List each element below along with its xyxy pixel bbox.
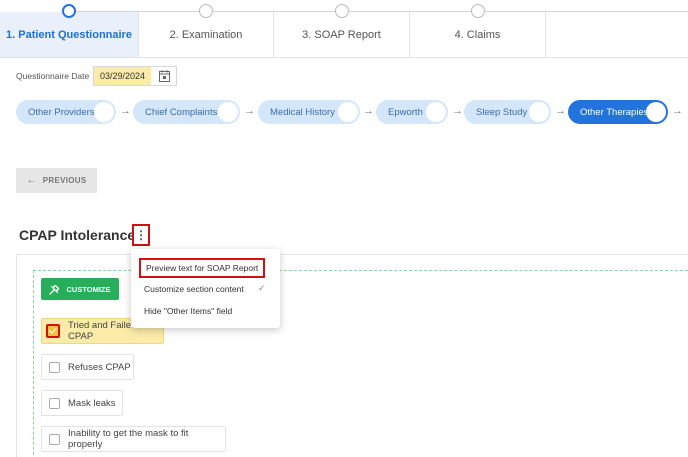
tab-patient-questionnaire[interactable]: 1. Patient Questionnaire xyxy=(0,12,139,58)
questionnaire-date-field[interactable]: 03/29/2024 xyxy=(93,66,177,86)
step-progress: 1. Patient Questionnaire 2. Examination … xyxy=(0,0,688,58)
option-mask-leaks[interactable]: Mask leaks xyxy=(41,390,123,416)
arrow-right-icon: → xyxy=(672,105,683,117)
questionnaire-date-value[interactable]: 03/29/2024 xyxy=(94,67,151,85)
option-refuses-cpap[interactable]: Refuses CPAP xyxy=(41,354,134,380)
checkbox-checked[interactable] xyxy=(46,324,60,338)
tab-label: 3. SOAP Report xyxy=(302,28,381,41)
section-pill-epworth[interactable]: Epworth xyxy=(376,100,448,124)
tab-claims[interactable]: 4. Claims xyxy=(410,12,546,58)
customize-button[interactable]: CUSTOMIZE xyxy=(41,278,119,300)
section-pill-sleep-study[interactable]: Sleep Study xyxy=(464,100,551,124)
pill-toggle-knob xyxy=(218,102,238,122)
arrow-right-icon: → xyxy=(363,105,374,117)
section-pill-other-providers[interactable]: Other Providers xyxy=(16,100,116,124)
calendar-icon[interactable] xyxy=(159,70,170,82)
menu-item-customize-content[interactable]: Customize section content xyxy=(144,284,244,294)
pill-label: Medical History xyxy=(270,106,335,118)
arrow-right-icon: → xyxy=(120,105,131,117)
previous-button-label: PREVIOUS xyxy=(42,176,87,185)
option-label: Mask leaks xyxy=(68,397,116,409)
pill-label: Other Therapies xyxy=(580,106,649,118)
step-indicator-3 xyxy=(335,4,349,18)
arrow-right-icon: → xyxy=(555,105,566,117)
pill-label: Other Providers xyxy=(28,106,95,118)
pill-label: Chief Complaints xyxy=(145,106,218,118)
pill-toggle-knob xyxy=(646,102,666,122)
section-pill-chief-complaints[interactable]: Chief Complaints xyxy=(133,100,240,124)
step-indicator-1 xyxy=(62,4,76,18)
menu-item-preview-soap[interactable]: Preview text for SOAP Report xyxy=(139,258,266,278)
tab-label: 2. Examination xyxy=(169,28,243,41)
step-indicator-2 xyxy=(199,4,213,18)
tab-label: 1. Patient Questionnaire xyxy=(6,28,132,41)
previous-button[interactable]: ← PREVIOUS xyxy=(16,168,97,193)
option-label: Inability to get the mask to fit properl… xyxy=(68,428,189,450)
arrow-left-icon: ← xyxy=(26,175,37,186)
section-title: CPAP Intolerance xyxy=(19,227,136,243)
menu-item-hide-other-items[interactable]: Hide "Other Items" field xyxy=(144,306,232,316)
arrow-right-icon: → xyxy=(244,105,255,117)
section-pill-medical-history[interactable]: Medical History xyxy=(258,100,360,124)
more-options-icon[interactable]: ⋮ xyxy=(132,224,150,246)
pill-toggle-knob xyxy=(426,102,446,122)
tab-examination[interactable]: 2. Examination xyxy=(139,12,274,58)
option-label: Refuses CPAP xyxy=(68,361,131,373)
arrow-right-icon: → xyxy=(452,105,463,117)
step-indicator-4 xyxy=(471,4,485,18)
tab-soap-report[interactable]: 3. SOAP Report xyxy=(274,12,410,58)
pill-label: Epworth xyxy=(388,106,423,118)
pill-toggle-knob xyxy=(529,102,549,122)
tab-label: 4. Claims xyxy=(454,28,501,41)
pill-toggle-knob xyxy=(94,102,114,122)
checkbox[interactable] xyxy=(49,434,60,445)
customize-button-label: CUSTOMIZE xyxy=(66,284,111,294)
check-icon: ✓ xyxy=(258,283,266,293)
questionnaire-date-label: Questionnaire Date xyxy=(16,71,90,81)
option-inability-to-fit-mask[interactable]: Inability to get the mask to fit properl… xyxy=(41,426,226,452)
pill-toggle-knob xyxy=(338,102,358,122)
section-pill-other-therapies[interactable]: Other Therapies xyxy=(568,100,668,124)
wrench-icon xyxy=(49,284,60,295)
checkbox[interactable] xyxy=(49,398,60,409)
tab-bar-filler xyxy=(546,12,688,58)
pill-label: Sleep Study xyxy=(476,106,528,118)
checkbox[interactable] xyxy=(49,362,60,373)
